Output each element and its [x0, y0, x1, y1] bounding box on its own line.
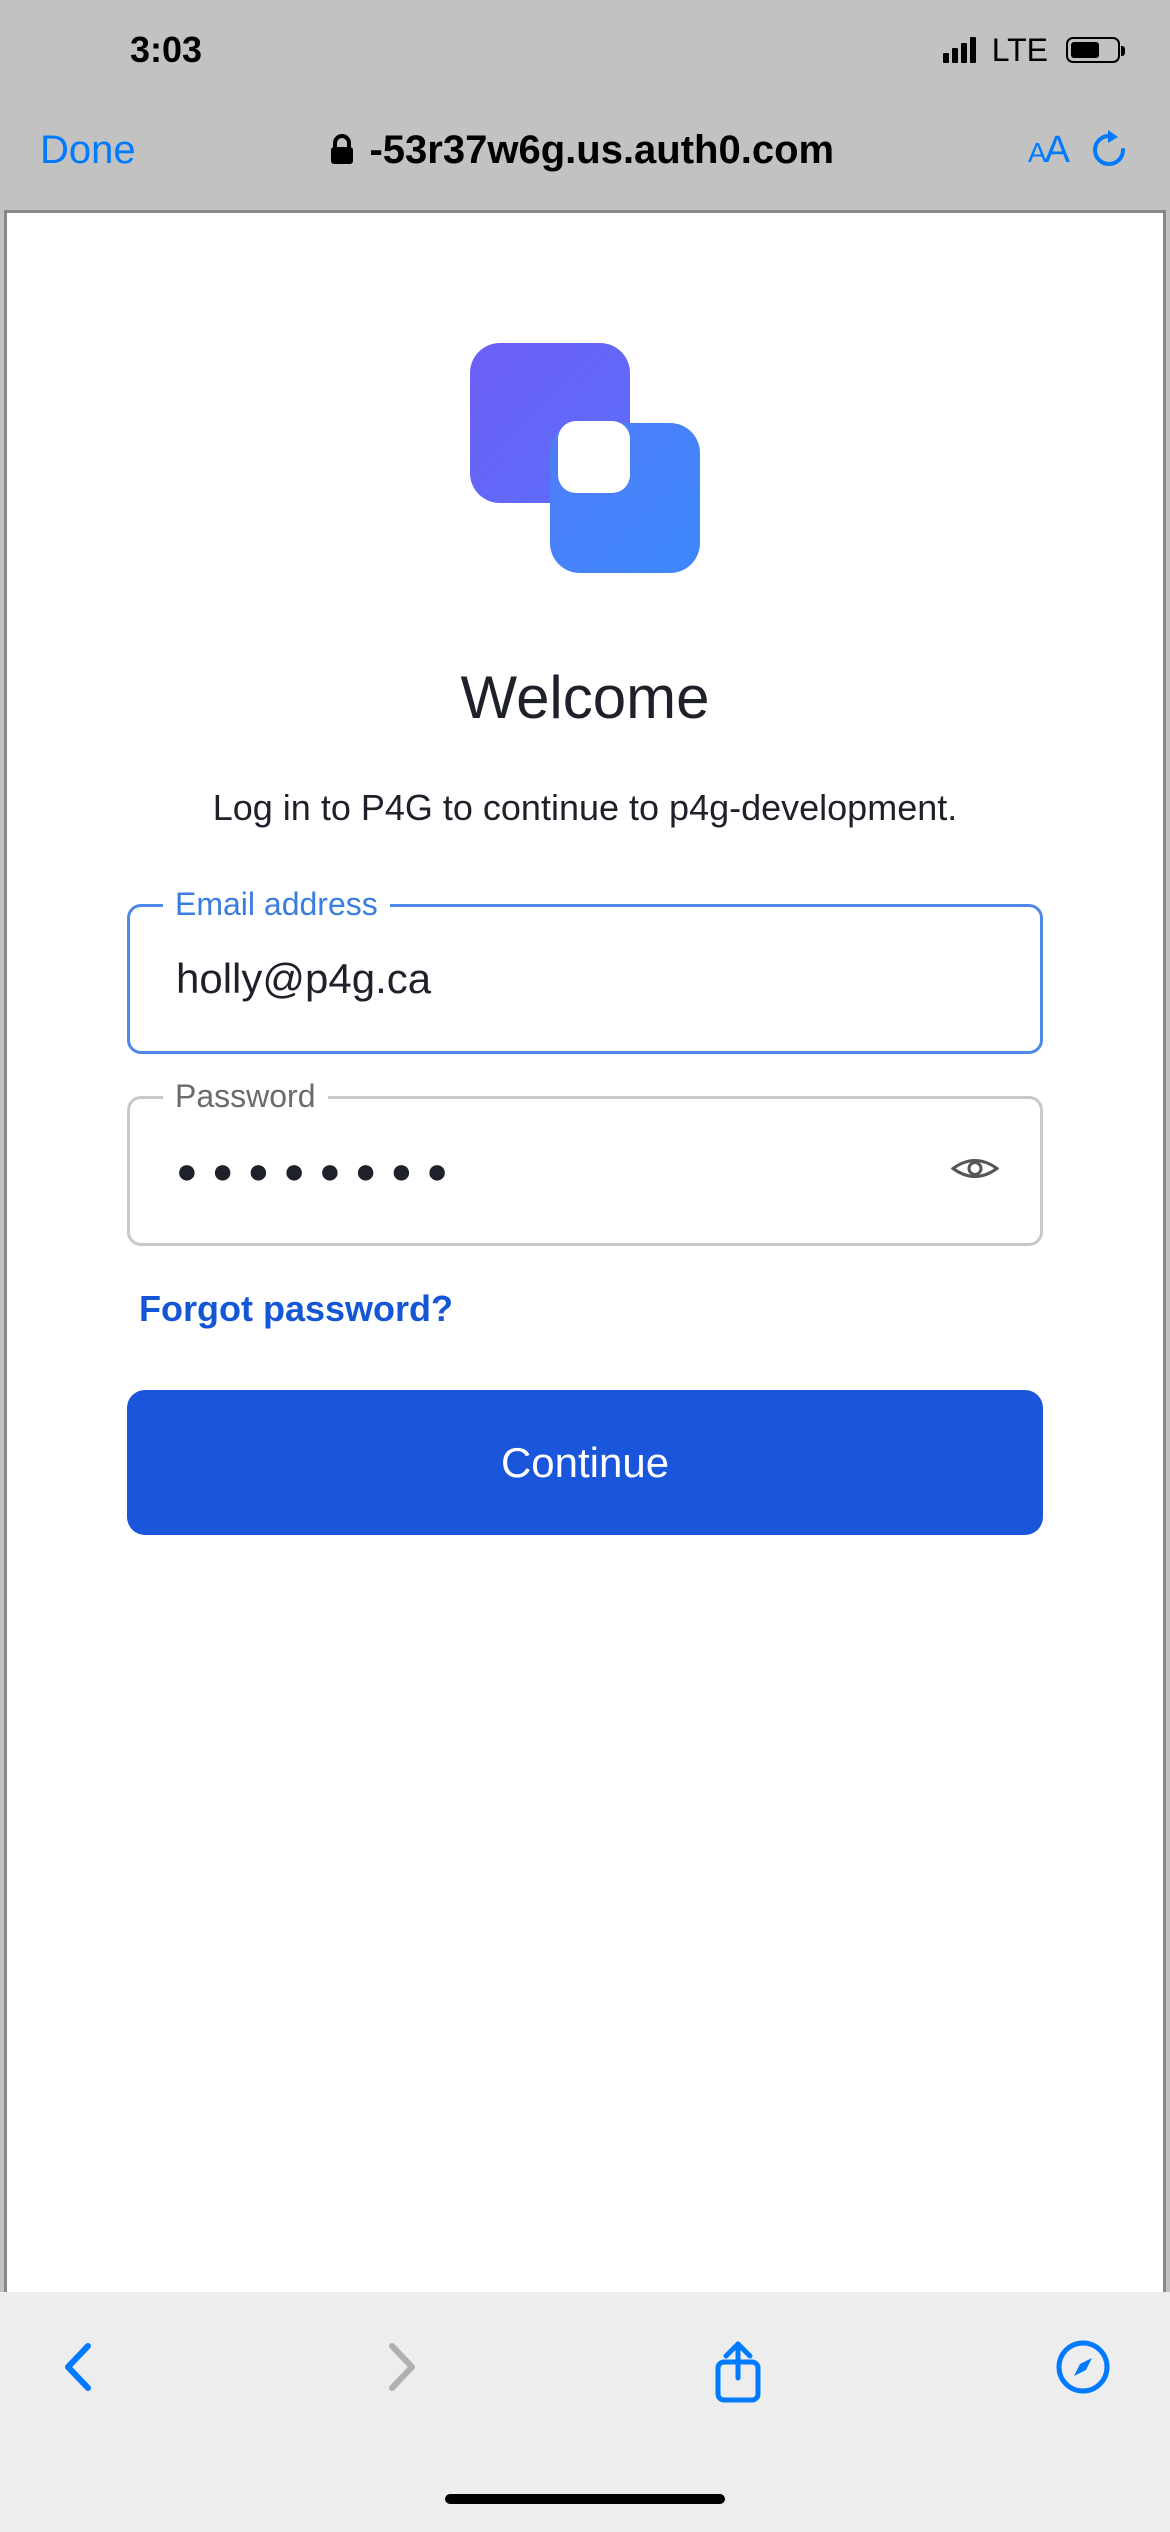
status-bar: 3:03 LTE — [0, 0, 1170, 100]
password-value: ●●●●●●●● — [176, 1150, 462, 1192]
url-text: -53r37w6g.us.auth0.com — [369, 128, 834, 173]
browser-toolbar: Done -53r37w6g.us.auth0.com AA — [0, 100, 1170, 200]
battery-icon — [1066, 37, 1120, 63]
password-input[interactable]: ●●●●●●●● — [127, 1096, 1043, 1246]
network-label: LTE — [992, 32, 1048, 69]
lock-icon — [329, 134, 355, 166]
page-title: Welcome — [127, 663, 1043, 732]
signal-icon — [943, 37, 976, 63]
password-label: Password — [163, 1078, 328, 1115]
app-logo — [127, 343, 1043, 573]
status-indicators: LTE — [943, 32, 1120, 69]
email-label: Email address — [163, 886, 390, 923]
textsize-button[interactable]: AA — [1028, 129, 1068, 172]
show-password-button[interactable] — [951, 1153, 999, 1190]
home-indicator[interactable] — [445, 2494, 725, 2504]
page-subtitle: Log in to P4G to continue to p4g-develop… — [127, 787, 1043, 829]
status-time: 3:03 — [130, 29, 202, 71]
back-button[interactable] — [60, 2340, 94, 2394]
url-area[interactable]: -53r37w6g.us.auth0.com — [156, 128, 1008, 173]
email-input[interactable] — [127, 904, 1043, 1054]
email-field-wrap: Email address — [127, 904, 1043, 1054]
webview-content: Welcome Log in to P4G to continue to p4g… — [4, 210, 1166, 2330]
continue-button[interactable]: Continue — [127, 1390, 1043, 1535]
refresh-button[interactable] — [1088, 129, 1130, 171]
forgot-password-link[interactable]: Forgot password? — [127, 1288, 1043, 1330]
forward-button[interactable] — [386, 2340, 420, 2394]
password-field-wrap: Password ●●●●●●●● — [127, 1096, 1043, 1246]
done-button[interactable]: Done — [40, 128, 136, 173]
safari-button[interactable] — [1056, 2340, 1110, 2394]
share-button[interactable] — [712, 2340, 764, 2404]
